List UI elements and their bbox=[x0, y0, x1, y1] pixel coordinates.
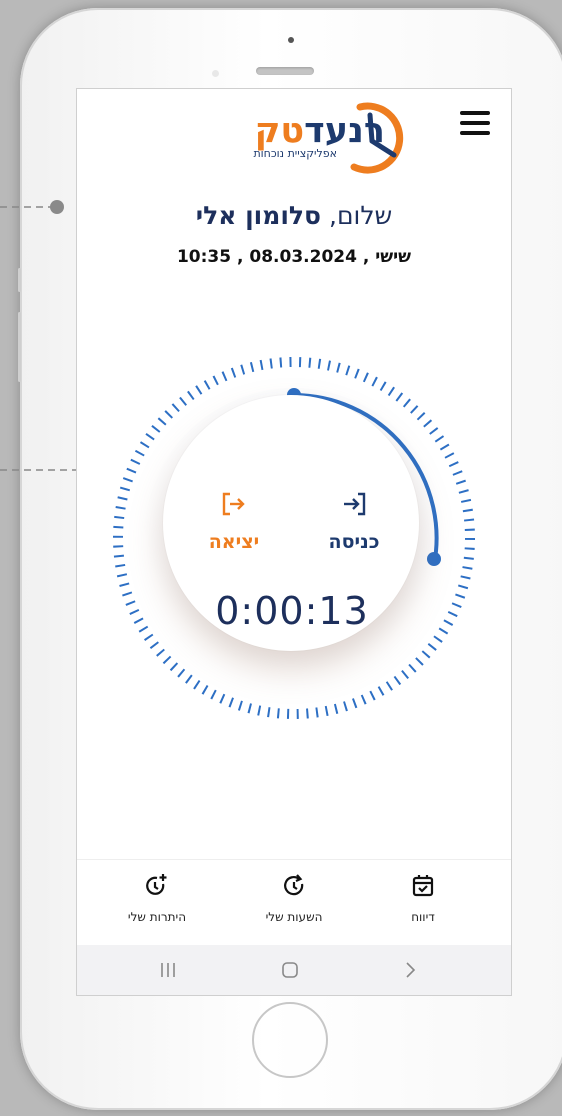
logo-text-orange: טק bbox=[254, 111, 305, 151]
clock-history-icon bbox=[284, 874, 304, 896]
home-icon[interactable] bbox=[275, 959, 305, 981]
annotation-connector-top bbox=[0, 200, 64, 214]
system-navigation-bar bbox=[77, 945, 511, 995]
home-button[interactable] bbox=[252, 1002, 328, 1078]
back-chevron-icon[interactable] bbox=[395, 959, 425, 981]
enter-label: כניסה bbox=[328, 531, 380, 553]
nav-label: השעות שלי bbox=[265, 910, 323, 924]
greeting-prefix: שלום, bbox=[329, 201, 393, 230]
app-header: רנעדטק אפליקציית נוכחות bbox=[77, 89, 511, 189]
nav-label: דיווח bbox=[411, 910, 435, 924]
elapsed-timer: 0:00:13 bbox=[215, 589, 369, 633]
exit-label: יציאה bbox=[208, 531, 260, 553]
current-datetime: שישי , 08.03.2024 , 10:35 bbox=[176, 247, 412, 267]
nav-report[interactable]: דיווח bbox=[363, 872, 483, 924]
nav-my-balances[interactable]: היתרות שלי bbox=[97, 872, 217, 924]
app-screen: רנעדטק אפליקציית נוכחות שלום, סלומון אלי… bbox=[77, 89, 511, 995]
mute-switch[interactable] bbox=[18, 268, 21, 292]
login-icon bbox=[344, 492, 366, 516]
front-camera bbox=[288, 37, 294, 43]
logo-subtitle: אפליקציית נוכחות bbox=[253, 147, 337, 160]
nav-label: היתרות שלי bbox=[127, 910, 187, 924]
calendar-check-icon bbox=[412, 875, 434, 897]
nav-my-hours[interactable]: השעות שלי bbox=[234, 872, 354, 924]
enter-button[interactable]: כניסה bbox=[317, 489, 391, 569]
exit-button[interactable]: יציאה bbox=[197, 489, 271, 569]
menu-icon[interactable] bbox=[457, 109, 493, 137]
proximity-sensor bbox=[212, 70, 219, 77]
earpiece-speaker bbox=[256, 67, 314, 75]
clock-plus-icon bbox=[146, 874, 167, 895]
recent-apps-icon[interactable] bbox=[153, 959, 183, 981]
greeting: שלום, סלומון אלי bbox=[77, 201, 511, 230]
logout-icon bbox=[222, 492, 245, 516]
bottom-nav: היתרות שלי השעות שלי דיווח bbox=[77, 859, 511, 946]
logo-clock-icon bbox=[350, 102, 404, 174]
progress-end-dot bbox=[427, 552, 441, 566]
user-name: סלומון אלי bbox=[195, 201, 322, 230]
volume-button[interactable] bbox=[18, 312, 21, 382]
